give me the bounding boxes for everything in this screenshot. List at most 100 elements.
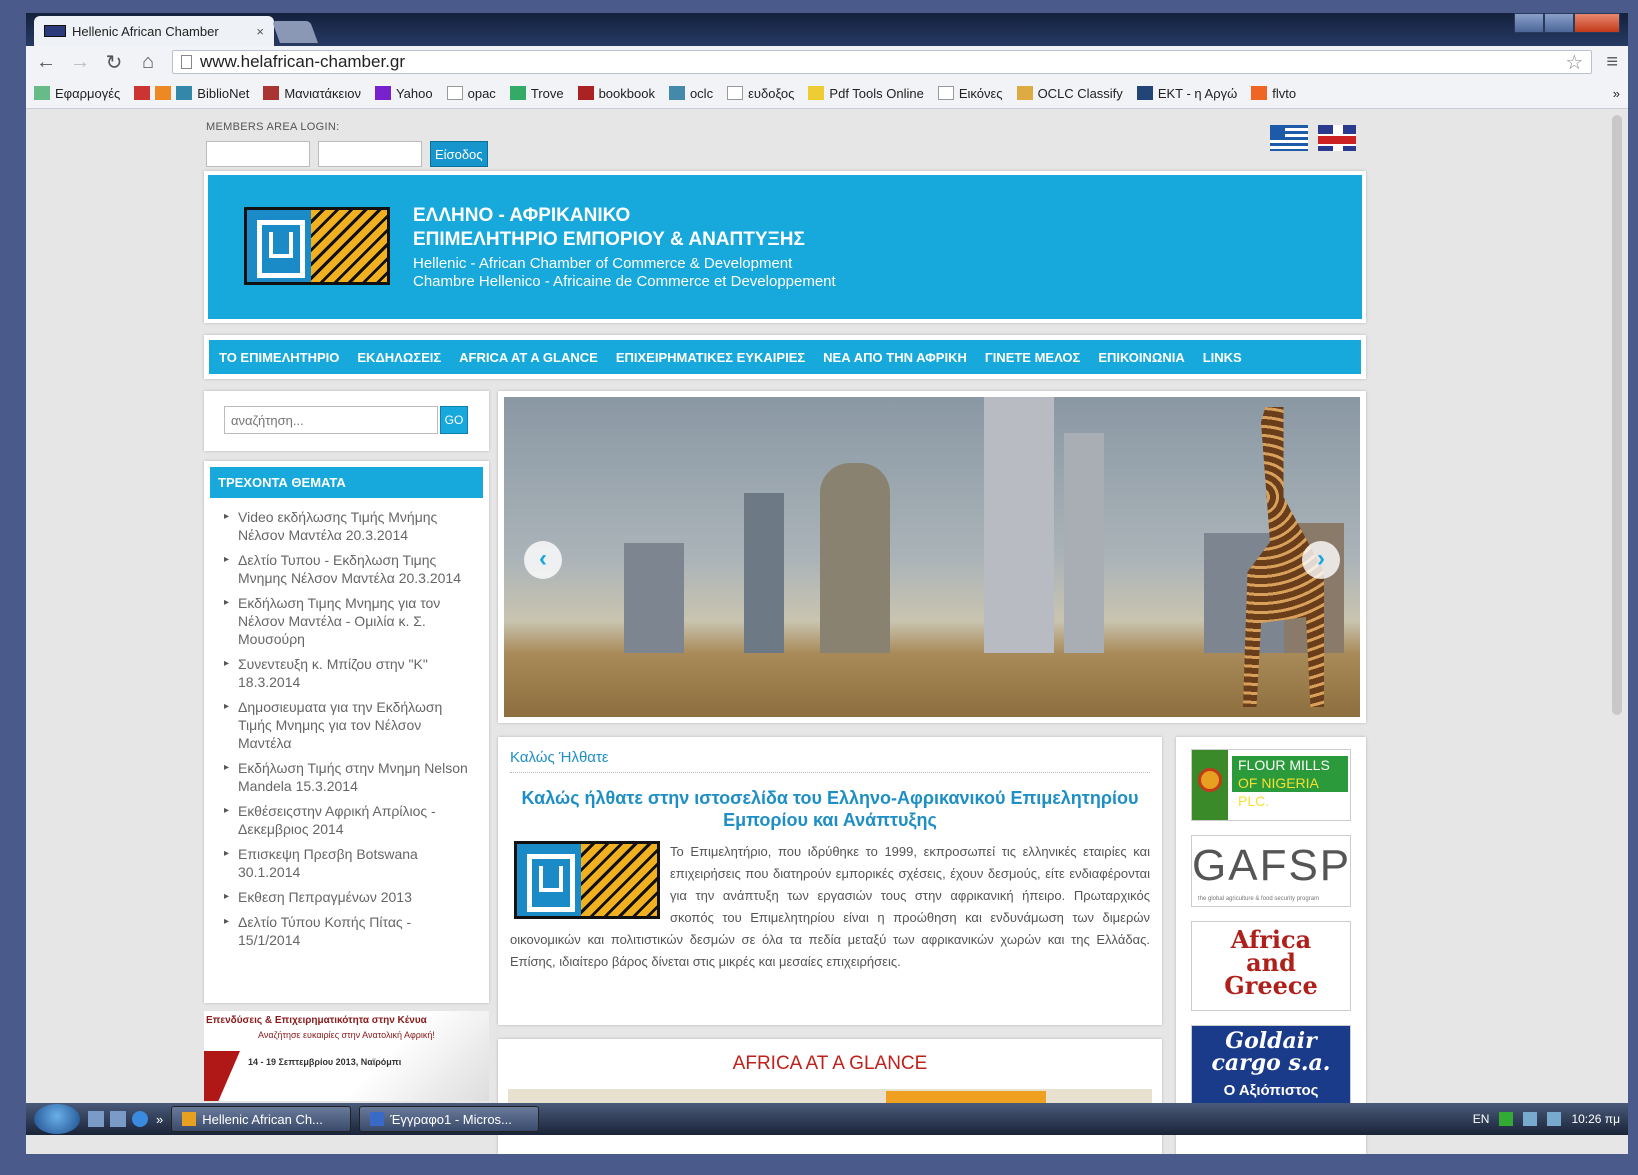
search-input[interactable]: [224, 406, 438, 434]
taskbar-item-word[interactable]: Έγγραφο1 - Micros...: [359, 1106, 540, 1132]
taskbar-item-chrome[interactable]: Hellenic African Ch...: [171, 1106, 352, 1132]
bookmark-item[interactable]: OCLC Classify: [1016, 86, 1123, 101]
show-desktop-icon[interactable]: [88, 1111, 104, 1127]
bookmark-star-icon[interactable]: ☆: [1565, 50, 1583, 75]
internet-explorer-icon[interactable]: [132, 1111, 148, 1127]
language-switcher: [1270, 125, 1356, 151]
close-icon[interactable]: ×: [256, 24, 264, 39]
nav-item-africa-glance[interactable]: AFRICA AT A GLANCE: [459, 350, 598, 365]
reload-icon[interactable]: ↻: [104, 50, 124, 75]
bookmark-item[interactable]: BiblioNet: [134, 86, 249, 101]
bookmark-item[interactable]: Pdf Tools Online: [808, 86, 924, 101]
topic-link[interactable]: Συνεντευξη κ. Μπίζου στην "Κ" 18.3.2014: [224, 655, 473, 691]
url-text: www.helafrican-chamber.gr: [200, 52, 406, 71]
address-bar[interactable]: www.helafrican-chamber.gr ☆: [172, 50, 1593, 75]
goldair-line1: Goldair: [1225, 1028, 1317, 1054]
bookmark-icon: [263, 86, 280, 100]
close-window-button[interactable]: [1574, 13, 1620, 33]
hamburger-menu-icon[interactable]: ≡: [1606, 51, 1618, 74]
bookmark-item[interactable]: Yahoo: [374, 85, 433, 101]
kenya-ad-subtitle: Αναζήτησε ευκαιρίες στην Ανατολική Αφρικ…: [258, 1030, 435, 1040]
slider-next-button[interactable]: ›: [1302, 541, 1340, 579]
language-indicator[interactable]: EN: [1473, 1112, 1490, 1126]
search-button[interactable]: GO: [440, 406, 468, 434]
login-button[interactable]: Είσοδος: [430, 141, 488, 167]
oclc-classify-icon: [1016, 86, 1033, 100]
bookmark-label: Yahoo: [395, 85, 433, 101]
bookmark-item[interactable]: Trove: [509, 86, 564, 101]
bookmark-item[interactable]: EKT - η Αργώ: [1136, 86, 1237, 101]
favicon-icon: [44, 25, 66, 37]
topic-link[interactable]: Εκθεση Πεπραγμένων 2013: [224, 888, 473, 906]
bookmark-item[interactable]: bookbook: [577, 85, 655, 101]
ag-line3: Greece: [1224, 971, 1318, 1000]
sun-icon: [1198, 768, 1222, 792]
topic-link[interactable]: Επισκεψη Πρεσβη Botswana 30.1.2014: [224, 845, 473, 881]
yahoo-icon: [374, 86, 391, 100]
nairobi-giraffe-photo: ‹ ›: [504, 397, 1360, 717]
word-icon: [370, 1112, 385, 1126]
bookmark-item[interactable]: oclc: [668, 86, 713, 101]
flour-mills-logo[interactable]: FLOUR MILLS OF NIGERIA PLC.: [1191, 749, 1351, 821]
bookmark-item[interactable]: opac: [446, 86, 496, 101]
goldair-line2: cargo s.a.: [1211, 1050, 1331, 1076]
home-icon[interactable]: ⌂: [138, 51, 158, 74]
slider-prev-button[interactable]: ‹: [524, 541, 562, 579]
tray-icon[interactable]: [1499, 1112, 1514, 1126]
bookmark-label: bookbook: [598, 85, 655, 101]
bookmark-label: ευδοξος: [748, 85, 795, 101]
nav-item-events[interactable]: ΕΚΔΗΛΩΣΕΙΣ: [357, 350, 441, 365]
nav-item-business-opportunities[interactable]: ΕΠΙΧΕΙΡΗΜΑΤΙΚΕΣ ΕΥΚΑΙΡΙΕΣ: [616, 350, 805, 365]
nav-item-contact[interactable]: ΕΠΙΚΟΙΝΩΝΙΑ: [1098, 350, 1184, 365]
topic-link[interactable]: Video εκδήλωσης Τιμής Μνήμης Νέλσον Μαντ…: [224, 508, 473, 544]
topic-link[interactable]: Εκθέσειςστην Αφρική Απρίλιος - Δεκεμβριο…: [224, 802, 473, 838]
chamber-logo-icon[interactable]: [244, 207, 390, 285]
nav-item-become-member[interactable]: ΓΙΝΕΤΕ ΜΕΛΟΣ: [985, 350, 1080, 365]
image-slider: ‹ ›: [498, 391, 1366, 723]
switch-windows-icon[interactable]: [110, 1111, 126, 1127]
africa-glance-title[interactable]: AFRICA AT A GLANCE: [498, 1053, 1162, 1075]
minimize-button[interactable]: [1514, 13, 1544, 33]
login-title: MEMBERS AREA LOGIN:: [206, 121, 340, 133]
topic-link[interactable]: Δελτίο Τύπου Κοπής Πίτας - 15/1/2014: [224, 913, 473, 949]
new-tab-button[interactable]: [271, 21, 319, 43]
bookmark-item[interactable]: Εφαρμογές: [34, 86, 120, 101]
kenya-ad-title: Επενδύσεις & Επιχειρηματικότητα στην Κέν…: [206, 1015, 427, 1026]
bookmark-item[interactable]: Εικόνες: [937, 86, 1003, 101]
uk-flag-icon[interactable]: [1318, 125, 1356, 151]
clock[interactable]: 10:26 πμ: [1571, 1112, 1620, 1126]
topic-link[interactable]: Δημοσιευματα για την Εκδήλωση Τιμής Μνημ…: [224, 698, 473, 752]
bookmarks-overflow-icon[interactable]: »: [1613, 86, 1620, 101]
topic-link[interactable]: Δελτίο Τυπου - Εκδηλωση Τιμης Μνημης Νέλ…: [224, 551, 473, 587]
goldair-cargo-logo[interactable]: Goldair cargo s.a. Ο Αξιόπιστος: [1191, 1025, 1351, 1105]
gafsp-logo[interactable]: GAFSP the global agriculture & food secu…: [1191, 835, 1351, 907]
maximize-button[interactable]: [1544, 13, 1574, 33]
forward-arrow-icon[interactable]: →: [70, 51, 90, 74]
bookmark-item[interactable]: flvto: [1251, 86, 1296, 101]
bookmark-item[interactable]: Μανιατάκειον: [263, 86, 361, 101]
banner-title-greek-2: ΕΠΙΜΕΛΗΤΗΡΙΟ ΕΜΠΟΡΙΟΥ & ΑΝΑΠΤΥΞΗΣ: [413, 229, 805, 250]
topic-link[interactable]: Εκδήλωση Τιμής στην Μνημη Nelson Mandela…: [224, 759, 473, 795]
back-arrow-icon[interactable]: ←: [36, 51, 56, 74]
windows-start-button[interactable]: [34, 1104, 80, 1134]
nav-item-links[interactable]: LINKS: [1203, 350, 1242, 365]
network-icon[interactable]: [1523, 1112, 1538, 1126]
bookmark-label: Εφαρμογές: [55, 85, 121, 101]
volume-icon[interactable]: [1547, 1112, 1562, 1126]
page-icon: [181, 55, 192, 69]
topic-link[interactable]: Εκδήλωση Τιμης Μνημης για τον Νέλσον Μαν…: [224, 594, 473, 648]
bookmark-item[interactable]: ευδοξος: [727, 86, 794, 101]
gafsp-subtitle: the global agriculture & food security p…: [1198, 896, 1320, 902]
africa-and-greece-logo[interactable]: Africa and Greece: [1191, 921, 1351, 1011]
scrollbar[interactable]: [1612, 115, 1622, 715]
username-input[interactable]: [206, 141, 310, 167]
quick-launch-chevron[interactable]: »: [156, 1112, 163, 1127]
greek-flag-icon[interactable]: [1270, 125, 1308, 151]
nav-item-chamber[interactable]: ΤΟ ΕΠΙΜΕΛΗΤΗΡΙΟ: [219, 350, 339, 365]
kenya-event-banner[interactable]: Επενδύσεις & Επιχειρηματικότητα στην Κέν…: [204, 1011, 489, 1101]
page-icon: [727, 86, 744, 100]
browser-tab[interactable]: Hellenic African Chamber ×: [34, 16, 274, 46]
nav-item-africa-news[interactable]: ΝΕΑ ΑΠΟ ΤΗΝ ΑΦΡΙΚΗ: [823, 350, 967, 365]
password-input[interactable]: [318, 141, 422, 167]
search-box: GO: [204, 391, 489, 451]
